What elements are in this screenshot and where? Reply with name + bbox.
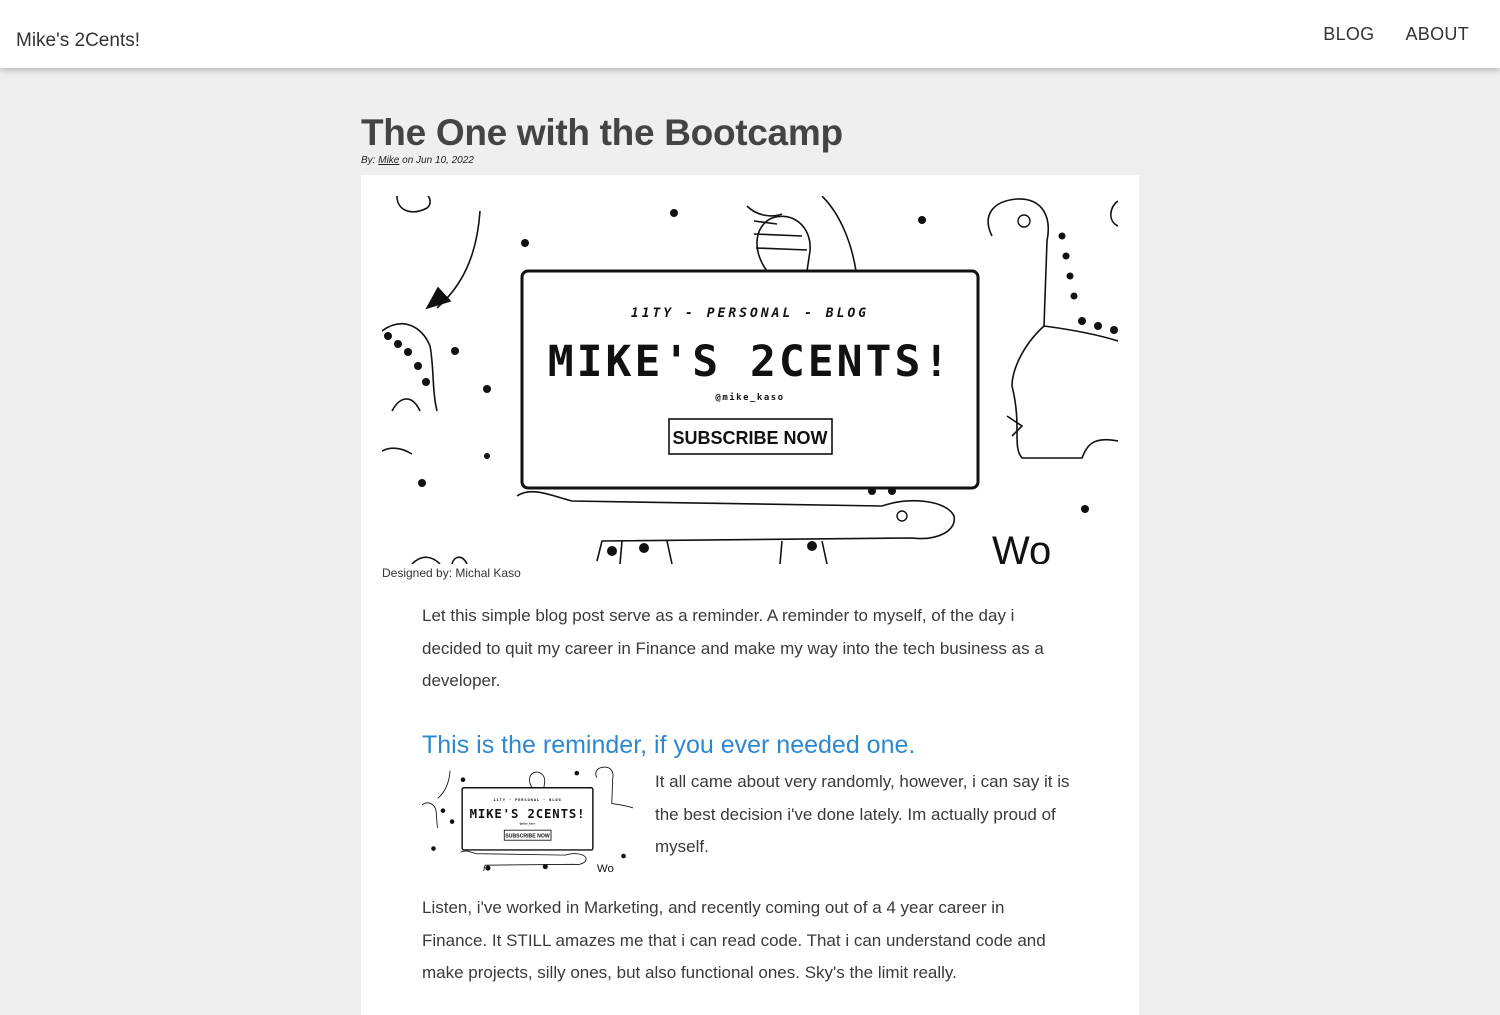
post-card: 11TY - PERSONAL - BLOG MIKE'S 2CENTS! @m… — [361, 175, 1139, 1015]
hero-image: 11TY - PERSONAL - BLOG MIKE'S 2CENTS! @m… — [382, 196, 1118, 564]
hero-illustration: 11TY - PERSONAL - BLOG MIKE'S 2CENTS! @m… — [382, 196, 1118, 564]
author-link[interactable]: Mike — [378, 155, 399, 166]
decision-paragraph: It all came about very randomly, however… — [655, 772, 1070, 856]
thumbnail-illustration: 11TY - PERSONAL - BLOG MIKE'S 2CENTS! @m… — [422, 766, 633, 872]
hero-title: MIKE'S 2CENTS! — [548, 337, 952, 387]
hero-tagline: 11TY - PERSONAL - BLOG — [631, 306, 869, 321]
thumb-tagline: 11TY - PERSONAL - BLOG — [493, 798, 561, 802]
thumb-subscribe-label: SUBSCRIBE NOW — [505, 833, 550, 839]
post-title: The One with the Bootcamp — [361, 112, 843, 153]
nav-links: BLOG ABOUT — [1323, 24, 1469, 45]
post-byline: By: Mike on Jun 10, 2022 — [361, 155, 474, 166]
reminder-heading: This is the reminder, if you ever needed… — [422, 731, 916, 759]
navbar: Mike's 2Cents! BLOG ABOUT — [0, 0, 1500, 68]
nav-link-about[interactable]: ABOUT — [1405, 24, 1469, 45]
thumbnail-image: 11TY - PERSONAL - BLOG MIKE'S 2CENTS! @m… — [422, 766, 633, 872]
byline-prefix: By: — [361, 155, 376, 166]
hero-corner-text: Wo — [992, 529, 1051, 564]
brand-link[interactable]: Mike's 2Cents! — [16, 30, 140, 52]
hero-handle: @mike_kaso — [715, 392, 784, 403]
thumb-corner-text: Wo — [597, 863, 614, 872]
career-paragraph: Listen, i've worked in Marketing, and re… — [422, 898, 1046, 982]
byline-date: on Jun 10, 2022 — [402, 155, 474, 166]
image-caption: Designed by: Michal Kaso — [382, 566, 521, 580]
intro-paragraph: Let this simple blog post serve as a rem… — [422, 606, 1044, 690]
thumb-title: MIKE'S 2CENTS! — [470, 807, 586, 821]
nav-link-blog[interactable]: BLOG — [1323, 24, 1374, 45]
hero-subscribe-label: SUBSCRIBE NOW — [672, 428, 827, 448]
